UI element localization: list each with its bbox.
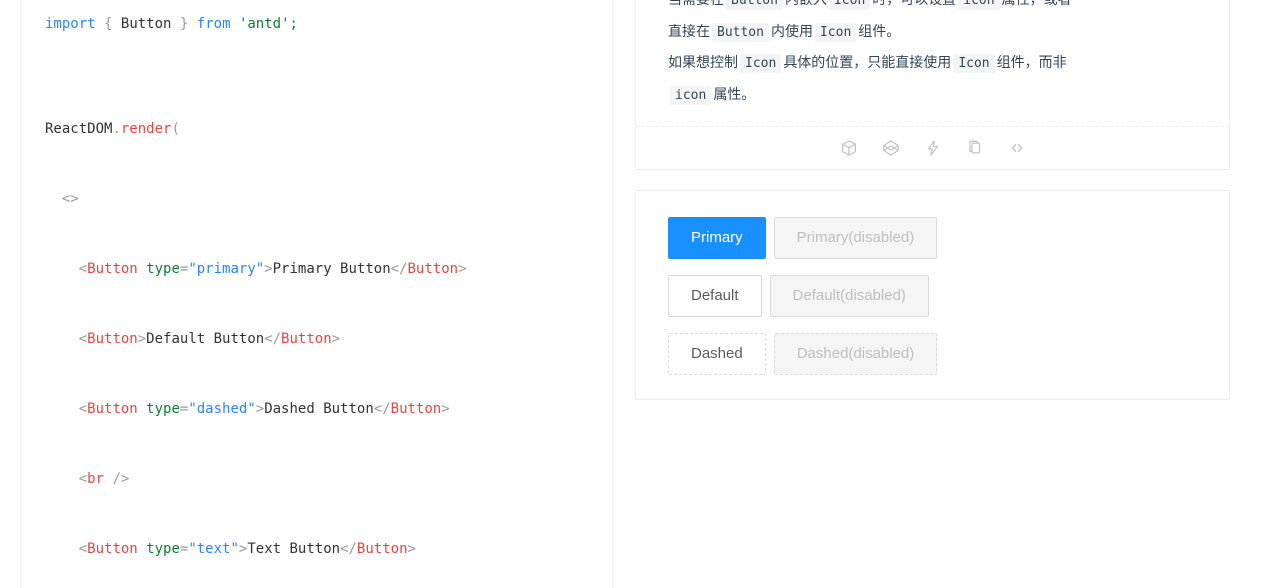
code-closetag-5: Button <box>356 541 408 557</box>
demo-card-button-types: Primary Primary(disabled) Default Defaul… <box>635 190 1230 401</box>
code-token-render: render <box>120 121 172 137</box>
code-gt-1: > <box>264 261 273 277</box>
p1-part-d: 属性，或者 <box>1002 0 1072 7</box>
description-paragraph-3: 如果想控制 Icon 具体的位置，只能直接使用 Icon 组件，而非 <box>668 47 1205 79</box>
code-lt-1: < <box>78 261 88 277</box>
code-lt-4: < <box>78 471 88 487</box>
code-lt-2: < <box>78 331 88 347</box>
demo-card-basic: 钮。主按钮在同一个操作区域最多出现一次。 <box>20 0 613 588</box>
code-gt-2: > <box>137 331 147 347</box>
left-demo-column: 钮。主按钮在同一个操作区域最多出现一次。 <box>20 0 613 588</box>
p3-part-c: 组件，而非 <box>996 54 1067 71</box>
inline-code-icon-prop-2: icon <box>670 85 712 105</box>
code-tag-5: Button <box>87 541 138 557</box>
code-gt-1b: > <box>458 261 467 277</box>
code-gt-5b: > <box>407 541 416 557</box>
code-tag-1: Button <box>87 261 138 277</box>
code-block[interactable]: import { Button } from 'antd'; ReactDOM.… <box>21 0 612 588</box>
code-token-button-id: Button <box>120 16 172 32</box>
inline-code-icon-4: Icon <box>953 54 995 74</box>
code-attrval-3: "dashed" <box>188 401 256 417</box>
code-closetag-1: Button <box>407 261 459 277</box>
code-attr-1: type <box>146 261 180 277</box>
p1-part-c: 时，可以设置 <box>872 0 956 7</box>
code-lt-5: < <box>78 541 88 557</box>
code-tag-3: Button <box>87 401 138 417</box>
code-label-3: Dashed Button <box>264 401 374 417</box>
code-closetag-2: Button <box>281 331 332 347</box>
p4-part-a: 属性。 <box>713 85 756 102</box>
inline-code-icon-3: Icon <box>740 54 782 74</box>
p2-part-a: 直接在 <box>668 22 710 39</box>
default-disabled-button: Default(disabled) <box>769 275 929 318</box>
inline-code-icon-2: Icon <box>814 22 857 42</box>
inline-code-button-1: Button <box>726 0 783 10</box>
code-token-import: import <box>45 16 96 32</box>
button-row-default: Default Default(disabled) <box>668 275 1205 318</box>
right-demo-column: Search Search <box>635 0 1230 401</box>
default-button[interactable]: Default <box>668 275 762 318</box>
p1-part-b: 内嵌入 <box>785 0 827 7</box>
code-gt-3b: > <box>441 401 450 417</box>
code-token-antd: 'antd'; <box>238 16 298 32</box>
code-token-dot: . <box>112 121 121 137</box>
description-paragraph-2: 直接在 Button 内使用 Icon 组件。 <box>668 16 1205 48</box>
primary-disabled-button: Primary(disabled) <box>773 217 938 260</box>
code-attr-5: type <box>146 541 180 557</box>
button-row-primary: Primary Primary(disabled) <box>668 217 1205 260</box>
inline-code-icon-prop-1: icon <box>958 0 1000 10</box>
code-token-from: from <box>196 16 231 32</box>
code-label-2: Default Button <box>146 331 265 347</box>
p2-part-b: 内使用 <box>770 22 813 39</box>
copy-icon[interactable] <box>966 139 984 157</box>
p3-part-a: 如果想控制 <box>668 54 738 71</box>
code-label-5: Text Button <box>247 541 341 557</box>
code-attr-3: type <box>146 401 180 417</box>
code-token-fragment-open: <> <box>61 191 79 207</box>
code-ltslash-3: </ <box>373 401 391 417</box>
code-label-1: Primary Button <box>272 261 391 277</box>
codepen-icon[interactable] <box>882 139 900 157</box>
inline-code-icon-1: Icon <box>828 0 871 10</box>
dashed-disabled-button: Dashed(disabled) <box>773 333 938 376</box>
codesandbox-icon[interactable] <box>840 139 858 157</box>
page-root: 钮。主按钮在同一个操作区域最多出现一次。 <box>0 0 1270 588</box>
code-token-brace-close: } <box>179 16 189 32</box>
code-attrval-1: "primary" <box>188 261 265 277</box>
icon-button-description: 当需要在Button内嵌入Icon时，可以设置icon属性，或者 直接在Butt… <box>636 0 1229 126</box>
stackblitz-icon[interactable] <box>924 139 942 157</box>
code-token-reactdom: ReactDOM <box>45 121 113 137</box>
description-paragraph-1: 当需要在Button内嵌入Icon时，可以设置icon属性，或者 <box>668 0 1205 16</box>
demo-card-icon-button: Search Search <box>635 0 1230 171</box>
button-type-grid: Primary Primary(disabled) Default Defaul… <box>636 191 1229 399</box>
code-attrval-5: "text" <box>188 541 239 557</box>
code-slashgt-4: /> <box>112 471 130 487</box>
code-gt-3: > <box>255 401 265 417</box>
code-ltslash-1: </ <box>390 261 408 277</box>
inline-code-button-2: Button <box>712 22 769 42</box>
code-collapse-icon[interactable] <box>1008 139 1026 157</box>
code-closetag-3: Button <box>390 401 442 417</box>
code-gt-2b: > <box>331 331 341 347</box>
p1-part-a: 当需要在 <box>668 0 724 7</box>
code-ltslash-5: </ <box>340 541 357 557</box>
p3-part-b: 具体的位置，只能直接使用 <box>783 54 952 71</box>
code-ltslash-2: </ <box>264 331 282 347</box>
card-gap <box>635 170 1230 190</box>
demo-toolbar-right <box>636 127 1229 169</box>
code-lt-3: < <box>78 401 88 417</box>
p2-part-c: 组件。 <box>858 22 901 39</box>
code-tag-br: br <box>87 471 105 487</box>
dashed-button[interactable]: Dashed <box>668 333 766 376</box>
code-tag-2: Button <box>87 331 138 347</box>
button-row-dashed: Dashed Dashed(disabled) <box>668 333 1205 376</box>
code-token-paren-open: ( <box>171 121 180 137</box>
code-token-brace-open: { <box>104 16 113 32</box>
primary-button[interactable]: Primary <box>668 217 766 260</box>
description-paragraph-4: icon 属性。 <box>668 79 1205 111</box>
